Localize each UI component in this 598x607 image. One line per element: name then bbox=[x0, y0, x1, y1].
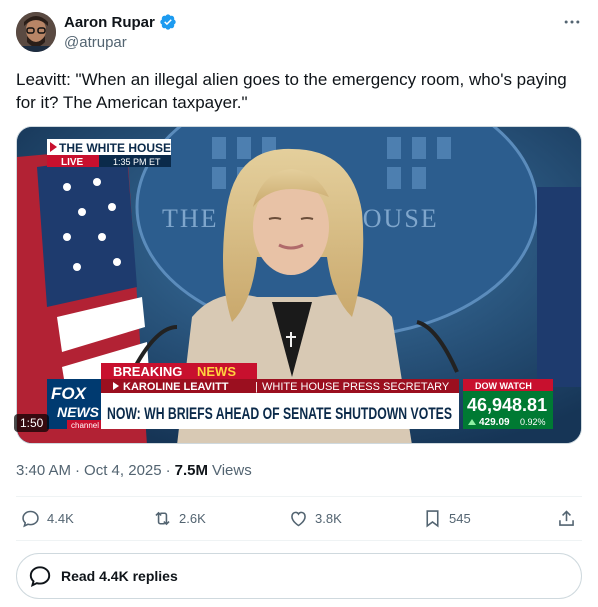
reply-button[interactable]: 4.4K bbox=[20, 508, 74, 529]
author-handle[interactable]: @atrupar bbox=[64, 34, 127, 51]
video-duration: 1:50 bbox=[14, 414, 50, 432]
reply-icon bbox=[22, 510, 39, 528]
views-count: 7.5M bbox=[174, 462, 208, 479]
location-label: THE WHITE HOUSE bbox=[59, 141, 171, 155]
speaker-name: KAROLINE LEAVITT bbox=[123, 381, 229, 393]
ticker-value: 46,948.81 bbox=[467, 395, 547, 415]
network-logo-bottom: channel bbox=[71, 421, 99, 430]
breaking-label: BREAKING bbox=[113, 364, 182, 379]
author-name[interactable]: Aaron Rupar bbox=[64, 14, 155, 31]
ticker-pct: 0.92% bbox=[520, 417, 546, 427]
avatar[interactable] bbox=[16, 12, 56, 52]
reply-bubble-icon bbox=[29, 566, 51, 587]
tweet-time[interactable]: 3:40 AM bbox=[16, 462, 71, 479]
action-bar: 4.4K 2.6K 3.8K 545 bbox=[16, 508, 582, 538]
network-logo-mid: NEWS bbox=[57, 404, 100, 420]
ticker-change: 429.09 bbox=[479, 417, 510, 428]
meta-separator: · bbox=[165, 462, 171, 479]
tweet-text: Leavitt: "When an illegal alien goes to … bbox=[16, 70, 567, 112]
share-button[interactable] bbox=[556, 508, 577, 529]
author-name-row[interactable]: Aaron Rupar bbox=[64, 13, 177, 31]
bookmark-count: 545 bbox=[449, 511, 471, 526]
bookmark-icon bbox=[426, 510, 439, 528]
live-label: LIVE bbox=[61, 157, 84, 168]
heart-icon bbox=[291, 511, 306, 527]
speaker-title: WHITE HOUSE PRESS SECRETARY bbox=[262, 381, 450, 393]
headline: NOW: WH BRIEFS AHEAD OF SENATE SHUTDOWN … bbox=[107, 404, 452, 423]
more-options-icon[interactable] bbox=[562, 12, 582, 32]
like-count: 3.8K bbox=[315, 511, 342, 526]
read-replies-label: Read 4.4K replies bbox=[61, 568, 178, 584]
network-logo-top: FOX bbox=[51, 384, 88, 403]
video-frame: THE W HOUSE THE WHITE HOUSE LIVE 1:35 PM… bbox=[17, 127, 581, 443]
share-icon bbox=[559, 510, 574, 526]
repost-icon bbox=[155, 511, 170, 526]
svg-text:|: | bbox=[255, 381, 258, 393]
news-label: NEWS bbox=[197, 364, 236, 379]
divider bbox=[16, 496, 582, 497]
bookmark-button[interactable]: 545 bbox=[422, 508, 471, 529]
verified-badge-icon bbox=[160, 14, 176, 30]
live-time: 1:35 PM ET bbox=[113, 157, 161, 167]
tweet-meta: 3:40 AM · Oct 4, 2025 · 7.5M Views bbox=[16, 462, 252, 479]
ticker-label: DOW WATCH bbox=[475, 381, 532, 391]
avatar-image bbox=[16, 12, 56, 52]
meta-separator: · bbox=[75, 462, 81, 479]
like-button[interactable]: 3.8K bbox=[288, 508, 342, 529]
tweet-date[interactable]: Oct 4, 2025 bbox=[84, 462, 162, 479]
reply-count: 4.4K bbox=[47, 511, 74, 526]
repost-button[interactable]: 2.6K bbox=[152, 508, 206, 529]
read-replies-button[interactable]: Read 4.4K replies bbox=[16, 553, 582, 599]
video-player[interactable]: THE W HOUSE THE WHITE HOUSE LIVE 1:35 PM… bbox=[16, 126, 582, 444]
repost-count: 2.6K bbox=[179, 511, 206, 526]
views-label: Views bbox=[211, 462, 252, 479]
divider bbox=[16, 540, 582, 541]
